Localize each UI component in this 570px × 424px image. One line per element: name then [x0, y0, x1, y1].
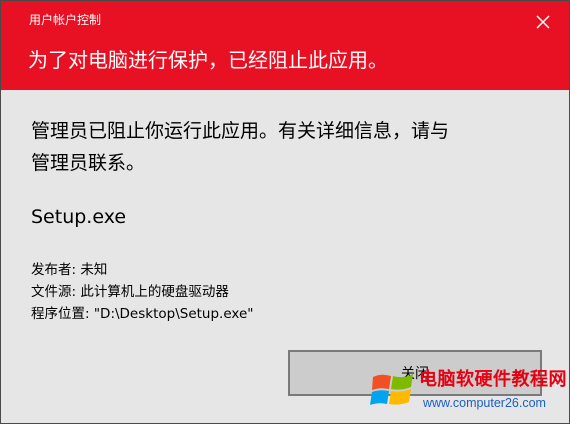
- publisher-line: 发布者: 未知: [31, 262, 108, 278]
- blocked-headline: 为了对电脑进行保护，已经阻止此应用。: [28, 48, 388, 72]
- close-button[interactable]: 关闭: [288, 350, 542, 396]
- program-details: 发布者: 未知 文件源: 此计算机上的硬盘驱动器 程序位置: "D:\Deskt…: [31, 259, 254, 325]
- window-title: 用户帐户控制: [29, 13, 102, 27]
- close-icon[interactable]: [529, 8, 557, 36]
- watermark-url: www.computer26.com: [423, 396, 546, 410]
- program-name: Setup.exe: [31, 206, 127, 228]
- warning-header: 用户帐户控制 为了对电脑进行保护，已经阻止此应用。: [1, 1, 569, 90]
- program-location-line: 程序位置: "D:\Desktop\Setup.exe": [31, 306, 254, 322]
- admin-blocked-message: 管理员已阻止你运行此应用。有关详细信息，请与管理员联系。: [31, 120, 450, 174]
- uac-dialog: 用户帐户控制 为了对电脑进行保护，已经阻止此应用。 管理员已阻止你运行此应用。有…: [0, 0, 570, 424]
- file-origin-line: 文件源: 此计算机上的硬盘驱动器: [31, 284, 229, 300]
